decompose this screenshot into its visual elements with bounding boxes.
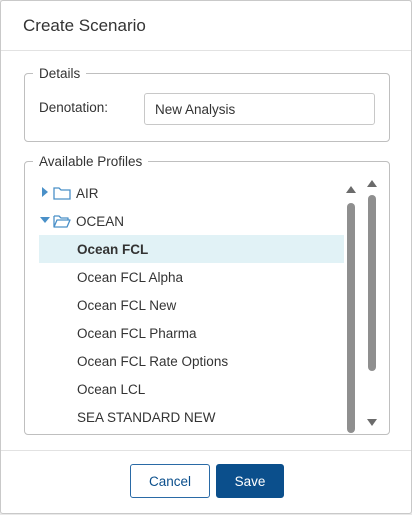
denotation-input[interactable] [144,93,375,125]
tree-scrollbar-thumb[interactable] [347,203,355,433]
tree-folder-ocean[interactable]: OCEAN [39,207,344,235]
tree-folder-label: AIR [76,186,99,201]
tree-folder-air[interactable]: AIR [39,179,344,207]
scroll-down-icon[interactable] [367,419,377,427]
profile-item-label: Ocean FCL Pharma [77,326,197,341]
tree-folder-label: OCEAN [76,214,125,229]
available-profiles-legend: Available Profiles [39,154,143,169]
cancel-button[interactable]: Cancel [130,464,210,498]
profile-item-ocean-fcl-alpha[interactable]: Ocean FCL Alpha [39,263,344,291]
caret-right-icon[interactable] [40,187,50,197]
dialog-title: Create Scenario [23,16,146,35]
profile-item-ocean-fcl-rate-options[interactable]: Ocean FCL Rate Options [39,347,344,375]
profile-item-ocean-fcl[interactable]: Ocean FCL [39,235,344,263]
scroll-up-icon[interactable] [346,185,356,193]
profile-item-label: Ocean FCL New [77,298,177,313]
folder-icon [53,187,71,200]
group-scrollbar[interactable] [365,173,379,435]
save-button[interactable]: Save [216,464,284,498]
profile-item-ocean-lcl[interactable]: Ocean LCL [39,375,344,403]
scroll-up-icon[interactable] [367,179,377,187]
profile-item-label: Ocean LCL [77,382,146,397]
profile-item-ocean-fcl-pharma[interactable]: Ocean FCL Pharma [39,319,344,347]
profile-item-label: Ocean FCL Alpha [77,270,184,285]
group-scrollbar-thumb[interactable] [368,195,376,371]
profile-item-label: Ocean FCL [77,242,149,257]
denotation-label: Denotation: [39,100,109,115]
profile-item-sea-standard-new[interactable]: SEA STANDARD NEW [39,403,344,431]
details-legend: Details [39,66,81,81]
profile-item-label: Ocean FCL Rate Options [77,354,229,369]
caret-down-icon[interactable] [40,215,50,225]
create-scenario-dialog: Create Scenario Details Denotation: Avai… [0,0,412,514]
folder-open-icon [53,215,71,228]
profiles-tree: AIR OCEAN Ocean FCL Ocean FCL Alpha Ocea… [39,179,344,433]
dialog-header: Create Scenario [1,1,411,51]
profile-item-label: SEA STANDARD NEW [77,410,216,425]
profile-item-ocean-fcl-new[interactable]: Ocean FCL New [39,291,344,319]
tree-scrollbar[interactable] [344,179,358,433]
